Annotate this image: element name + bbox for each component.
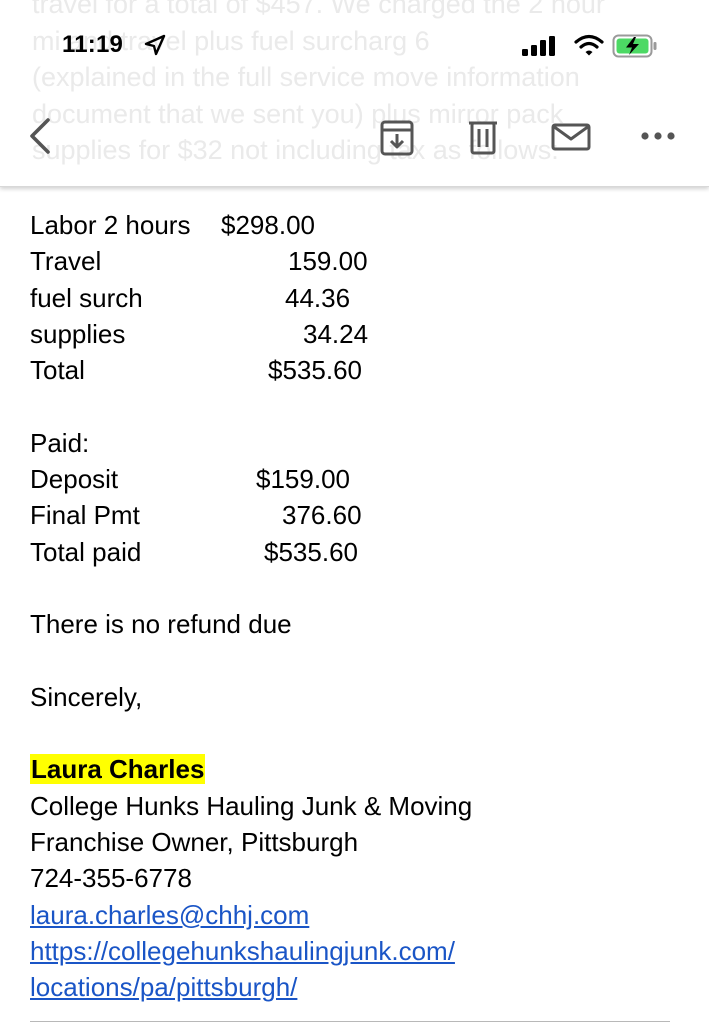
cellular-signal-icon [522, 36, 555, 56]
charge-value: $298.00 [221, 210, 315, 240]
archive-icon [380, 120, 414, 156]
paid-value: $159.00 [256, 464, 350, 495]
charge-value: 44.36 [285, 282, 351, 313]
charge-row-labor: Labor 2 hours $298.00 [30, 207, 690, 243]
paid-row-total: Total paid $535.60 [30, 534, 690, 570]
charge-label: fuel surch [30, 282, 143, 313]
delete-button[interactable] [468, 119, 498, 155]
signature-company: College Hunks Hauling Junk & Moving [30, 790, 473, 821]
refund-message: There is no refund due [30, 609, 292, 640]
more-icon [641, 132, 675, 140]
paid-value: $535.60 [264, 536, 358, 567]
back-chevron-icon [30, 118, 50, 154]
closing-text: Sincerely, [30, 681, 143, 712]
charge-row-travel: Travel 159.00 [30, 243, 690, 279]
paid-table: Paid: Deposit $159.00 Final Pmt 376.60 T… [30, 425, 690, 570]
charge-label: Labor 2 hours [30, 210, 191, 240]
charge-value: 34.24 [303, 318, 369, 349]
trash-icon [469, 121, 497, 155]
paid-row-deposit: Deposit $159.00 [30, 461, 690, 497]
charge-label: Travel [30, 246, 102, 277]
battery-charging-icon [612, 34, 657, 58]
paid-heading: Paid: [30, 427, 90, 458]
mark-unread-button[interactable] [551, 123, 591, 151]
charge-value: $535.60 [268, 355, 362, 386]
email-body: Labor 2 hours $298.00 Travel 159.00 fuel… [30, 207, 690, 1006]
email-signature: Laura Charles College Hunks Hauling Junk… [30, 751, 690, 1005]
status-bar: 11:19 [0, 0, 709, 90]
more-button[interactable] [640, 129, 676, 143]
paid-value: 376.60 [282, 500, 362, 531]
email-header: travel for a total of $457. We charged t… [0, 0, 709, 187]
paid-label: Final Pmt [30, 500, 140, 531]
signature-name: Laura Charles [30, 754, 206, 785]
paid-label: Total paid [30, 536, 142, 567]
signature-phone[interactable]: 724-355-6778 [30, 860, 690, 896]
wifi-icon [574, 34, 604, 56]
back-button[interactable] [24, 116, 56, 156]
charge-value: 159.00 [288, 246, 368, 277]
charge-row-total: Total $535.60 [30, 352, 690, 388]
location-arrow-icon [144, 34, 166, 56]
charge-label: Total [30, 355, 85, 386]
charge-label: supplies [30, 318, 126, 349]
paid-label: Deposit [30, 464, 119, 495]
signature-email-link[interactable]: laura.charles@chhj.com [30, 900, 309, 930]
signature-website-link-continued[interactable]: locations/pa/pittsburgh/ [30, 972, 297, 1002]
archive-button[interactable] [380, 120, 414, 156]
signature-website-link[interactable]: https://collegehunkshaulingjunk.com/ [30, 936, 455, 966]
charges-table: Labor 2 hours $298.00 Travel 159.00 fuel… [30, 207, 690, 388]
charge-row-supplies: supplies 34.24 [30, 316, 690, 352]
paid-row-final: Final Pmt 376.60 [30, 497, 690, 533]
mark-unread-icon [551, 123, 591, 151]
signature-divider [30, 1021, 670, 1022]
status-time: 11:19 [62, 31, 124, 58]
charge-row-fuel: fuel surch 44.36 [30, 280, 690, 316]
signature-title: Franchise Owner, Pittsburgh [30, 827, 359, 858]
